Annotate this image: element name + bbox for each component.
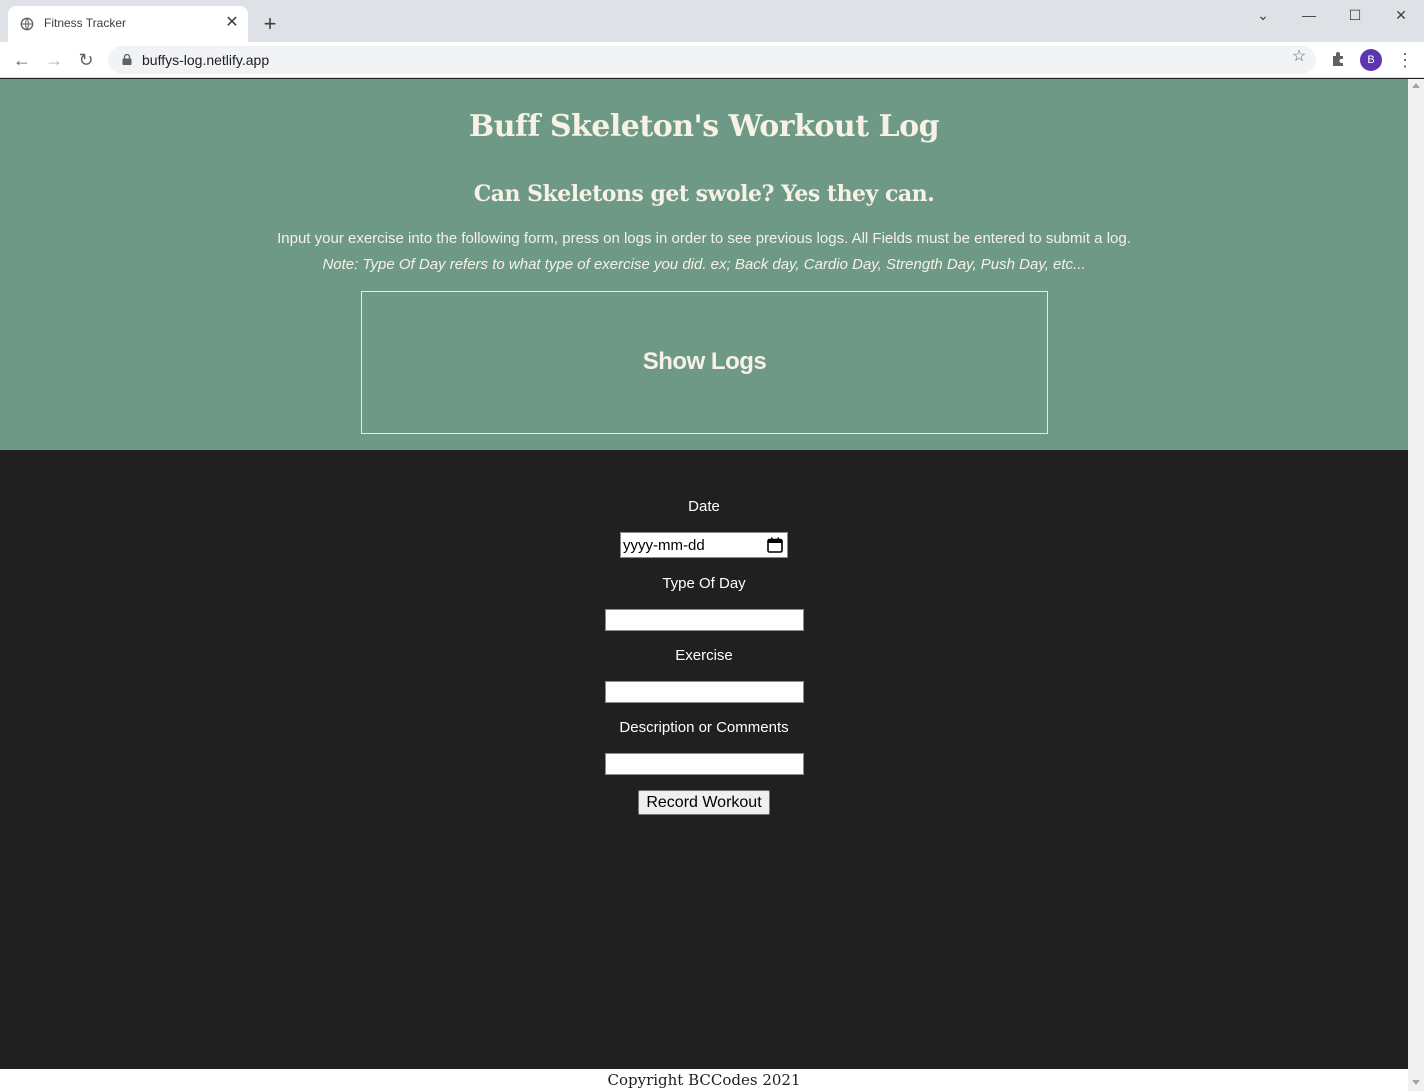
date-placeholder: yyyy-mm-dd: [623, 537, 705, 554]
exercise-label: Exercise: [675, 647, 733, 664]
hero-section: Buff Skeleton's Workout Log Can Skeleton…: [0, 79, 1408, 450]
plus-icon[interactable]: +: [258, 13, 282, 37]
browser-tabstrip: Fitness Tracker ✕ + ⌄ — ☐ ✕: [0, 0, 1424, 42]
forward-icon[interactable]: →: [42, 48, 66, 72]
scroll-up-icon[interactable]: [1412, 83, 1420, 88]
page-viewport: Buff Skeleton's Workout Log Can Skeleton…: [0, 79, 1408, 1091]
date-label: Date: [688, 498, 720, 515]
globe-icon: [20, 17, 34, 31]
scroll-down-icon[interactable]: [1412, 1080, 1420, 1085]
url-text: buffys-log.netlify.app: [142, 52, 270, 68]
date-input[interactable]: yyyy-mm-dd: [620, 532, 788, 558]
extensions-icon[interactable]: [1328, 48, 1350, 70]
minimize-icon[interactable]: —: [1298, 4, 1320, 26]
show-logs-button[interactable]: Show Logs: [361, 291, 1048, 434]
type-of-day-input[interactable]: [605, 609, 804, 631]
window-close-icon[interactable]: ✕: [1390, 4, 1412, 26]
tab-title: Fitness Tracker: [44, 16, 127, 30]
type-of-day-label: Type Of Day: [662, 575, 746, 592]
footer: Copyright BCCodes 2021: [0, 1069, 1408, 1091]
exercise-input[interactable]: [605, 681, 804, 703]
kebab-menu-icon[interactable]: ⋮: [1396, 48, 1414, 72]
page-title: Buff Skeleton's Workout Log: [468, 109, 940, 144]
show-logs-label: Show Logs: [642, 348, 767, 375]
intro-text: Input your exercise into the following f…: [277, 230, 1131, 247]
back-icon[interactable]: ←: [10, 48, 34, 72]
browser-tab[interactable]: Fitness Tracker ✕: [8, 6, 248, 42]
lock-icon: [122, 54, 132, 65]
copyright-text: Copyright BCCodes 2021: [607, 1071, 801, 1089]
calendar-icon[interactable]: [767, 537, 783, 553]
close-icon[interactable]: ✕: [224, 15, 240, 31]
page-subtitle: Can Skeletons get swole? Yes they can.: [473, 181, 935, 207]
description-input[interactable]: [605, 753, 804, 775]
note-text: Note: Type Of Day refers to what type of…: [322, 256, 1086, 273]
chevron-down-icon[interactable]: ⌄: [1252, 4, 1274, 26]
browser-toolbar: ← → ↻ buffys-log.netlify.app ☆ B ⋮: [0, 42, 1424, 78]
record-workout-button[interactable]: Record Workout: [638, 790, 770, 815]
reload-icon[interactable]: ↻: [74, 48, 98, 72]
bookmark-star-icon[interactable]: ☆: [1288, 46, 1310, 68]
avatar[interactable]: B: [1360, 49, 1382, 71]
maximize-icon[interactable]: ☐: [1344, 4, 1366, 26]
description-label: Description or Comments: [619, 719, 789, 736]
vertical-scrollbar[interactable]: [1408, 79, 1424, 1091]
address-bar[interactable]: buffys-log.netlify.app: [108, 46, 1316, 74]
